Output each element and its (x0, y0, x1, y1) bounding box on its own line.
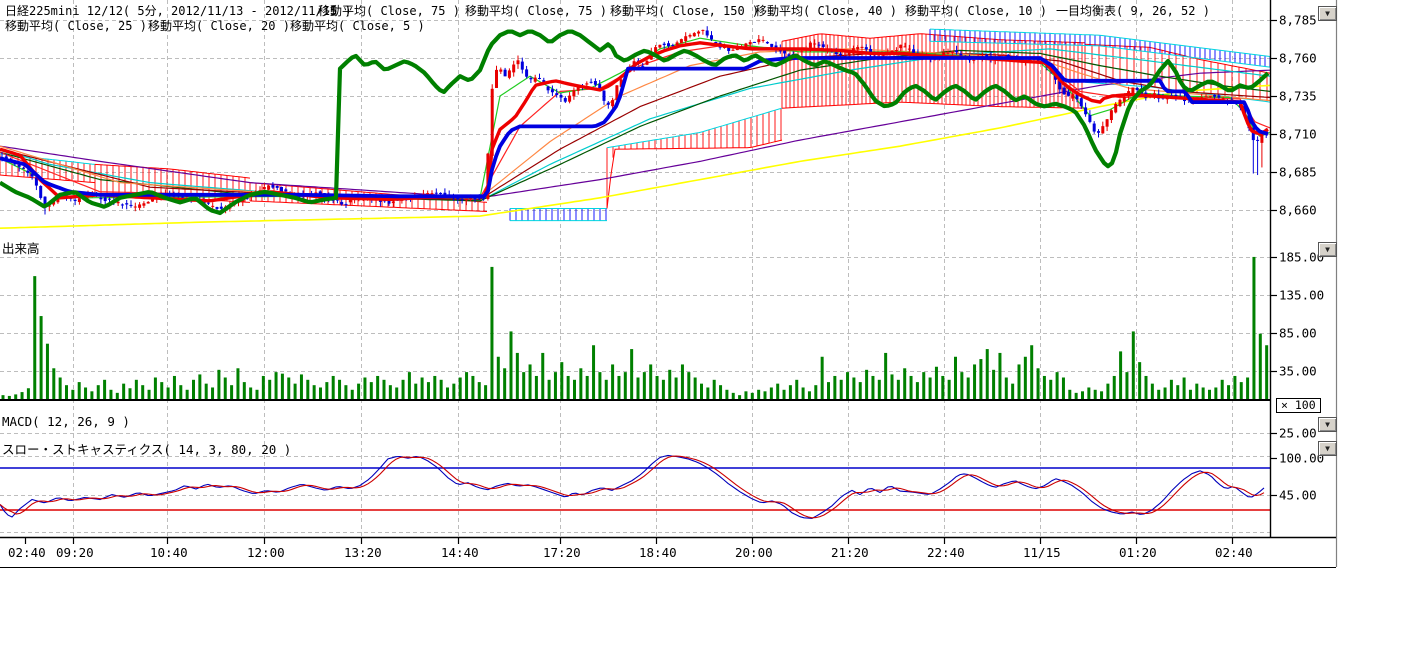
time-axis-label: 02:40 (8, 545, 46, 560)
legend-item: 移動平均( Close, 25 ) (5, 17, 147, 34)
volume-bars (2, 257, 1269, 399)
price-axis-label: 8,735 (1279, 89, 1317, 104)
volume-axis-label: 135.00 (1279, 288, 1324, 303)
indicator-legend-row-2: 移動平均( Close, 25 )移動平均( Close, 20 )移動平均( … (0, 17, 1340, 32)
time-axis-label: 01:20 (1119, 545, 1157, 560)
price-panel-dropdown-button[interactable]: ▼ (1318, 6, 1337, 21)
indicator-legend-row-1: 日経225mini 12/12( 5分, 2012/11/13 - 2012/1… (0, 2, 1340, 17)
time-axis-label: 13:20 (344, 545, 382, 560)
time-axis-label: 09:20 (56, 545, 94, 560)
volume-axis-label: 85.00 (1279, 326, 1317, 341)
macd-panel-dropdown-button[interactable]: ▼ (1318, 417, 1337, 432)
time-axis-label: 10:40 (150, 545, 188, 560)
price-axis-label: 8,710 (1279, 127, 1317, 142)
price-axis-label: 8,685 (1279, 165, 1317, 180)
dropdown-arrow-icon: ▼ (1325, 10, 1330, 18)
ma-line-MA75a (0, 49, 1270, 201)
price-axis-label: 8,660 (1279, 203, 1317, 218)
ma-line-MA20 (0, 49, 1270, 198)
volume-multiplier-badge: × 100 (1276, 398, 1321, 413)
macd-axis-label: 25.00 (1279, 426, 1317, 441)
volume-axis-label: 35.00 (1279, 364, 1317, 379)
time-axis-label: 21:20 (831, 545, 869, 560)
time-axis-label: 11/15 (1023, 545, 1061, 560)
stoch-axis-label: 45.00 (1279, 488, 1317, 503)
ma-line-MA150 (0, 85, 1270, 228)
dropdown-arrow-icon: ▼ (1325, 445, 1330, 453)
dropdown-arrow-icon: ▼ (1325, 246, 1330, 254)
chart-application-window: 8,7858,7608,7358,7108,6858,660185.00135.… (0, 0, 1416, 654)
stochastics-panel-label: スロー・ストキャスティクス( 14, 3, 80, 20 ) (2, 439, 291, 458)
time-axis-label: 17:20 (543, 545, 581, 560)
time-axis-label: 12:00 (247, 545, 285, 560)
time-axis-label: 22:40 (927, 545, 965, 560)
price-axis-label: 8,760 (1279, 51, 1317, 66)
dropdown-arrow-icon: ▼ (1325, 421, 1330, 429)
legend-item: 移動平均( Close, 20 ) (148, 17, 290, 34)
legend-item: 移動平均( Close, 5 ) (290, 17, 425, 34)
volume-panel-label: 出来高 (2, 238, 40, 257)
time-axis-label: 18:40 (639, 545, 677, 560)
time-axis-label: 20:00 (735, 545, 773, 560)
time-axis-label: 02:40 (1215, 545, 1253, 560)
time-axis-label: 14:40 (441, 545, 479, 560)
chart-canvas[interactable]: 8,7858,7608,7358,7108,6858,660185.00135.… (0, 0, 1416, 600)
stochastics-panel (0, 455, 1270, 518)
volume-panel-dropdown-button[interactable]: ▼ (1318, 242, 1337, 257)
macd-panel-label: MACD( 12, 26, 9 ) (2, 414, 130, 429)
stochastics-panel-dropdown-button[interactable]: ▼ (1318, 441, 1337, 456)
